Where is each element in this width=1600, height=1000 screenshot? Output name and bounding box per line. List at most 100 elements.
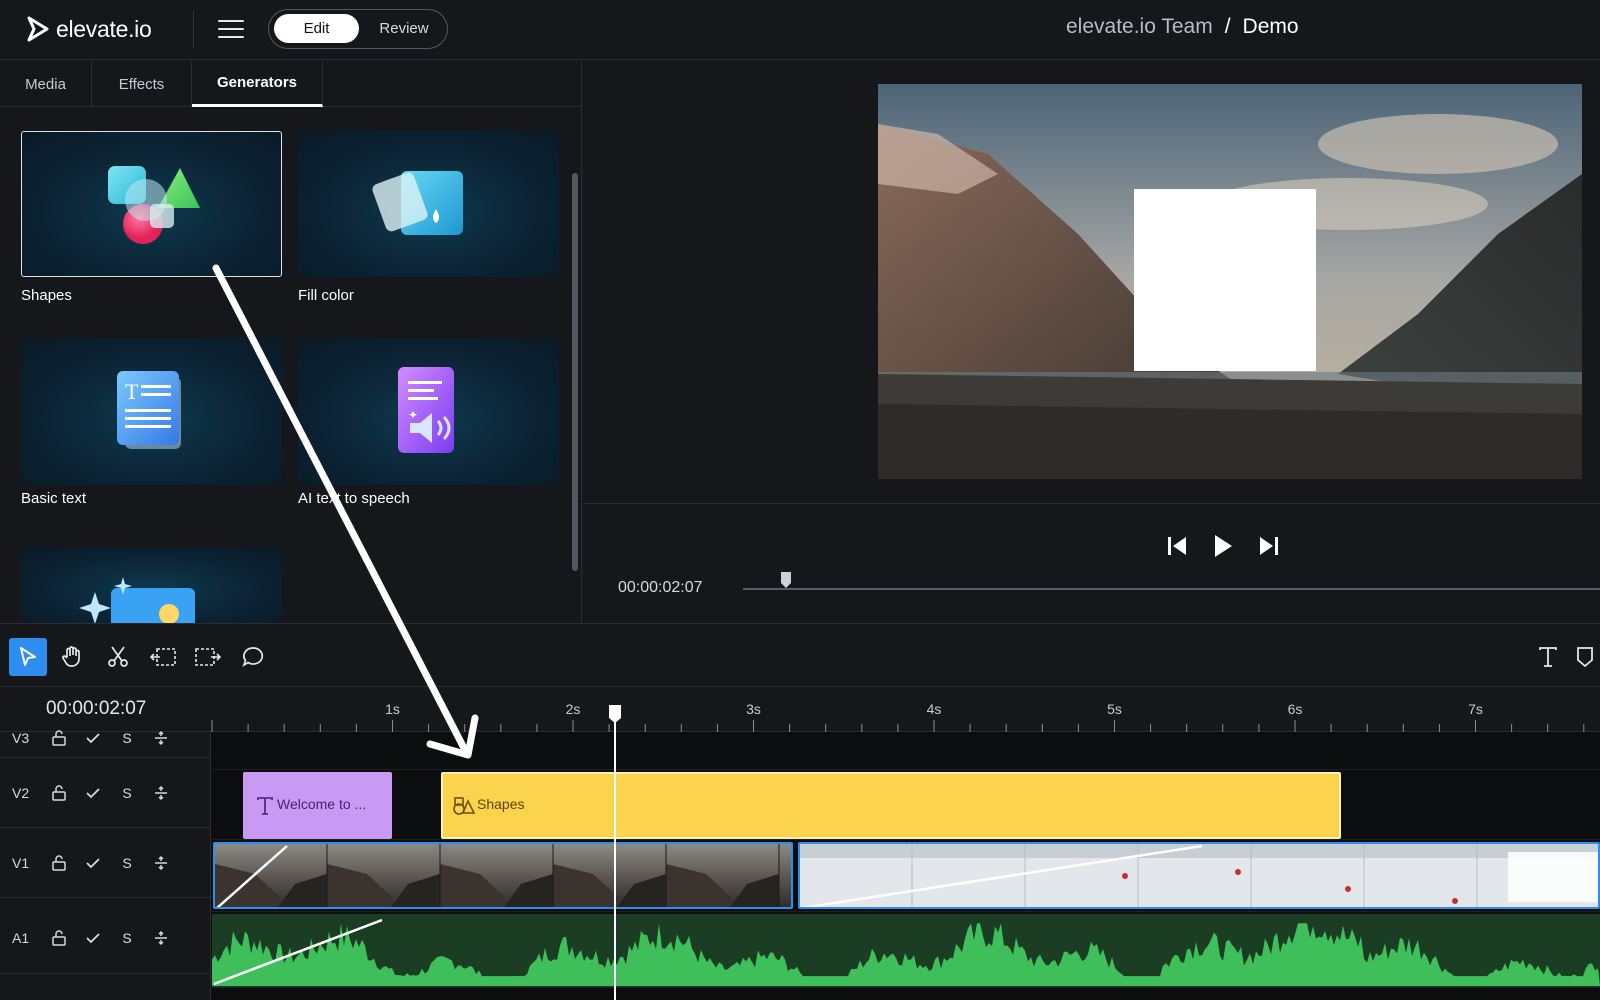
hand-tool-button[interactable]: [53, 638, 91, 676]
track-header-v1: V1 S: [0, 828, 211, 898]
trim-end-icon: [195, 648, 222, 666]
fill-color-tile[interactable]: [298, 131, 559, 277]
basic-text-tile[interactable]: T: [21, 339, 282, 485]
skip-forward-button[interactable]: [1259, 531, 1279, 561]
track-height-icon[interactable]: [144, 930, 178, 946]
shapes-clip-icon: [453, 797, 475, 815]
generators-panel: Media Effects Generators Shapes Fill col…: [0, 61, 582, 623]
play-icon: [1215, 535, 1232, 557]
timeline: 00:00:02:07 1s 2s 3s 4s 5s 6s 7s V3 S V2 S V1 …: [0, 688, 1600, 1000]
tab-effects[interactable]: Effects: [92, 61, 192, 107]
playhead-handle[interactable]: [608, 704, 622, 724]
text-icon: [1539, 647, 1557, 667]
track-height-icon[interactable]: [144, 730, 178, 746]
tab-generators[interactable]: Generators: [192, 61, 323, 107]
basic-text-label: Basic text: [21, 490, 87, 507]
clip-label: Shapes: [477, 796, 525, 812]
timeline-ruler[interactable]: 00:00:02:07 1s 2s 3s 4s 5s 6s 7s: [0, 688, 1600, 732]
ai-image-icon: [79, 577, 195, 623]
mountain-video-clip[interactable]: [213, 842, 793, 909]
menu-icon[interactable]: [218, 16, 244, 42]
panel-scrollbar[interactable]: [572, 173, 578, 571]
preview-panel: 00:00:02:07: [583, 61, 1600, 623]
ai-image-tile[interactable]: [21, 548, 282, 623]
preview-scrubber-handle[interactable]: [780, 571, 792, 589]
cut-tool-button[interactable]: [99, 638, 137, 676]
preview-scrubber-track[interactable]: [743, 588, 1600, 590]
shapes-tile[interactable]: [21, 131, 282, 277]
waveform-shape: [212, 923, 1600, 986]
review-mode-button[interactable]: Review: [365, 14, 443, 43]
text-clip-icon: [257, 797, 273, 815]
marker-tool-button[interactable]: [1572, 638, 1600, 676]
track-name: A1: [12, 929, 30, 946]
breadcrumb-team[interactable]: elevate.io Team: [1066, 15, 1213, 39]
comment-tool-button[interactable]: [234, 638, 272, 676]
track-name: V2: [12, 784, 30, 801]
top-bar: elevate.io Edit Review elevate.io Team /…: [0, 0, 1600, 60]
visibility-check-icon[interactable]: [76, 730, 110, 746]
preview-divider: [583, 503, 1600, 504]
shapes-label: Shapes: [21, 287, 72, 304]
breadcrumb-project[interactable]: Demo: [1243, 15, 1299, 39]
shapes-clip[interactable]: Shapes: [441, 772, 1341, 839]
mode-switch: Edit Review: [268, 9, 448, 49]
logo-mark-icon: [27, 16, 49, 42]
ruler-label: 6s: [1288, 701, 1303, 717]
track-header-v3: V3 S: [0, 718, 211, 758]
track-name: V1: [12, 854, 30, 871]
lane-v3[interactable]: [212, 732, 1600, 770]
visibility-check-icon[interactable]: [76, 785, 110, 801]
text-tool-button[interactable]: [1529, 638, 1567, 676]
track-height-icon[interactable]: [144, 785, 178, 801]
play-button[interactable]: [1213, 531, 1233, 561]
solo-toggle[interactable]: S: [110, 785, 144, 801]
edit-mode-button[interactable]: Edit: [274, 14, 359, 43]
visibility-check-icon[interactable]: [76, 855, 110, 871]
svg-text:✦: ✦: [408, 408, 418, 422]
solo-toggle[interactable]: S: [110, 930, 144, 946]
ruler-label: 2s: [566, 701, 581, 717]
ruler-label: 5s: [1107, 701, 1122, 717]
audio-waveform: [212, 918, 1600, 986]
mountain-thumbnails: [215, 844, 791, 907]
track-height-icon[interactable]: [144, 855, 178, 871]
ai-text-to-speech-tile[interactable]: ✦: [298, 339, 559, 485]
lock-icon[interactable]: [42, 854, 76, 871]
visibility-check-icon[interactable]: [76, 930, 110, 946]
lock-icon[interactable]: [42, 729, 76, 746]
track-header-a1: A1 S: [0, 902, 211, 974]
preview-timecode: 00:00:02:07: [618, 579, 703, 596]
header-divider: [193, 10, 194, 48]
video-preview[interactable]: [878, 84, 1582, 479]
trim-start-tool-button[interactable]: [144, 638, 182, 676]
trim-end-tool-button[interactable]: [189, 638, 227, 676]
skip-forward-icon: [1260, 537, 1278, 555]
breadcrumb: elevate.io Team / Demo: [1066, 15, 1299, 39]
scissors-icon: [108, 646, 128, 667]
svg-text:T: T: [125, 379, 139, 404]
playhead-line: [614, 710, 616, 1000]
shape-overlay[interactable]: [1134, 189, 1316, 371]
logo[interactable]: elevate.io: [26, 14, 152, 44]
lane-v2[interactable]: Welcome to ... Shapes: [212, 770, 1600, 840]
panel-tabs: Media Effects Generators: [0, 61, 581, 107]
fill-bucket-icon: [372, 171, 463, 235]
timeline-toolbar: [0, 623, 1600, 687]
select-tool-button[interactable]: [9, 638, 47, 676]
lock-icon[interactable]: [42, 929, 76, 946]
welcome-text-clip[interactable]: Welcome to ...: [243, 772, 392, 839]
text-document-icon: T: [117, 371, 181, 449]
skip-back-button[interactable]: [1167, 531, 1187, 561]
trim-start-icon: [149, 648, 176, 666]
solo-toggle[interactable]: S: [110, 730, 144, 746]
lane-a1[interactable]: [212, 914, 1600, 988]
lock-icon[interactable]: [42, 784, 76, 801]
tab-media[interactable]: Media: [0, 61, 92, 107]
track-headers: V3 S V2 S V1 S A1 S: [0, 730, 211, 1000]
ski-video-clip[interactable]: [798, 842, 1600, 909]
solo-toggle[interactable]: S: [110, 855, 144, 871]
ruler-label: 3s: [746, 701, 761, 717]
track-name: V3: [12, 729, 30, 746]
lane-v1[interactable]: [212, 840, 1600, 912]
